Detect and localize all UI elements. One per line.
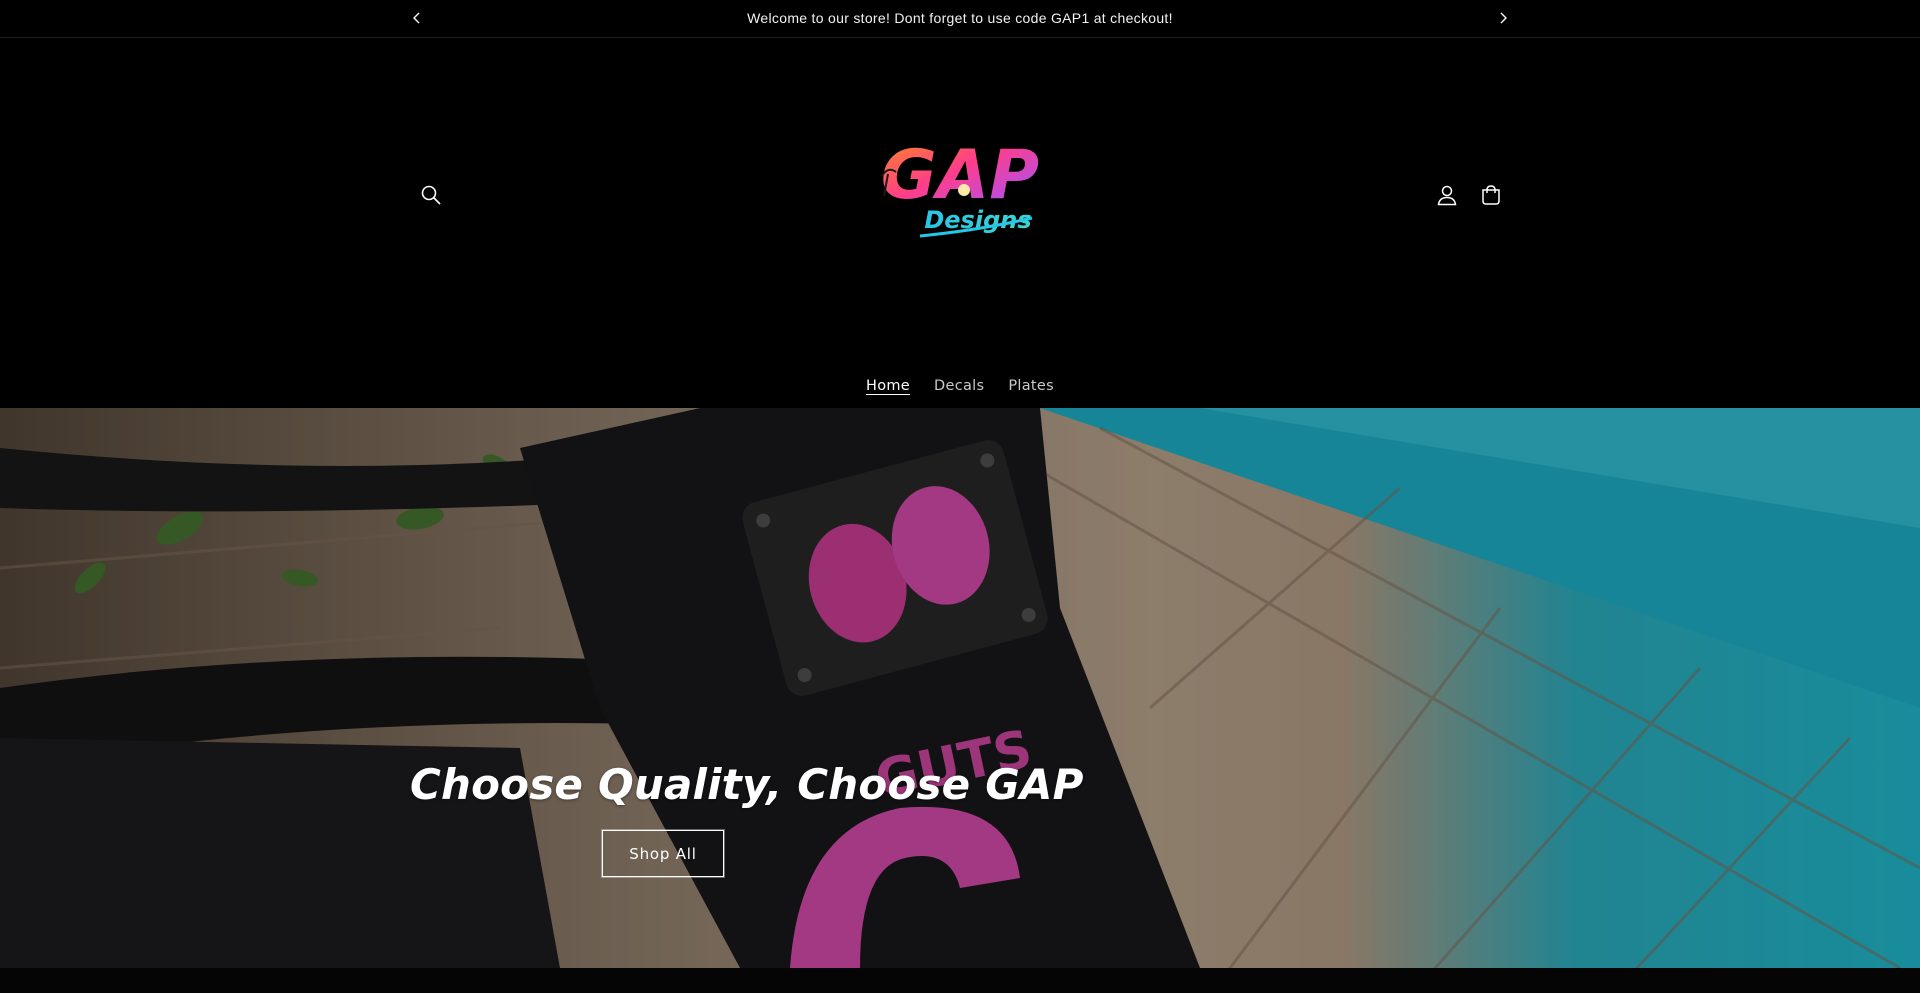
cart-icon bbox=[1482, 185, 1500, 205]
hero-banner: GUTS Choose Quality, Choose GAP Shop All bbox=[0, 408, 1920, 968]
announcement-bar: Welcome to our store! Dont forget to use… bbox=[0, 0, 1920, 38]
hero-title: Choose Quality, Choose GAP bbox=[410, 760, 1084, 809]
main-nav: Home Decals Plates bbox=[0, 376, 1920, 406]
announcement-text: Welcome to our store! Dont forget to use… bbox=[747, 10, 1173, 26]
nav-item-plates[interactable]: Plates bbox=[1008, 376, 1054, 406]
nav-item-home[interactable]: Home bbox=[866, 376, 910, 406]
site-header: GAP Designs bbox=[0, 38, 1920, 408]
announcement-next-button[interactable] bbox=[1494, 9, 1512, 27]
search-icon bbox=[421, 185, 441, 205]
svg-text:GAP: GAP bbox=[881, 136, 1039, 215]
account-button[interactable] bbox=[1429, 177, 1465, 213]
account-icon bbox=[1437, 185, 1457, 206]
search-button[interactable] bbox=[413, 177, 449, 213]
section-divider bbox=[0, 968, 1920, 993]
cart-button[interactable] bbox=[1473, 177, 1509, 213]
shop-all-button[interactable]: Shop All bbox=[601, 829, 725, 878]
nav-item-decals[interactable]: Decals bbox=[934, 376, 984, 406]
chevron-right-icon bbox=[1500, 12, 1507, 24]
gap-designs-logo-icon: GAP Designs bbox=[881, 136, 1039, 238]
hero-overlay bbox=[0, 408, 1920, 968]
site-logo[interactable]: GAP Designs bbox=[860, 136, 1066, 248]
